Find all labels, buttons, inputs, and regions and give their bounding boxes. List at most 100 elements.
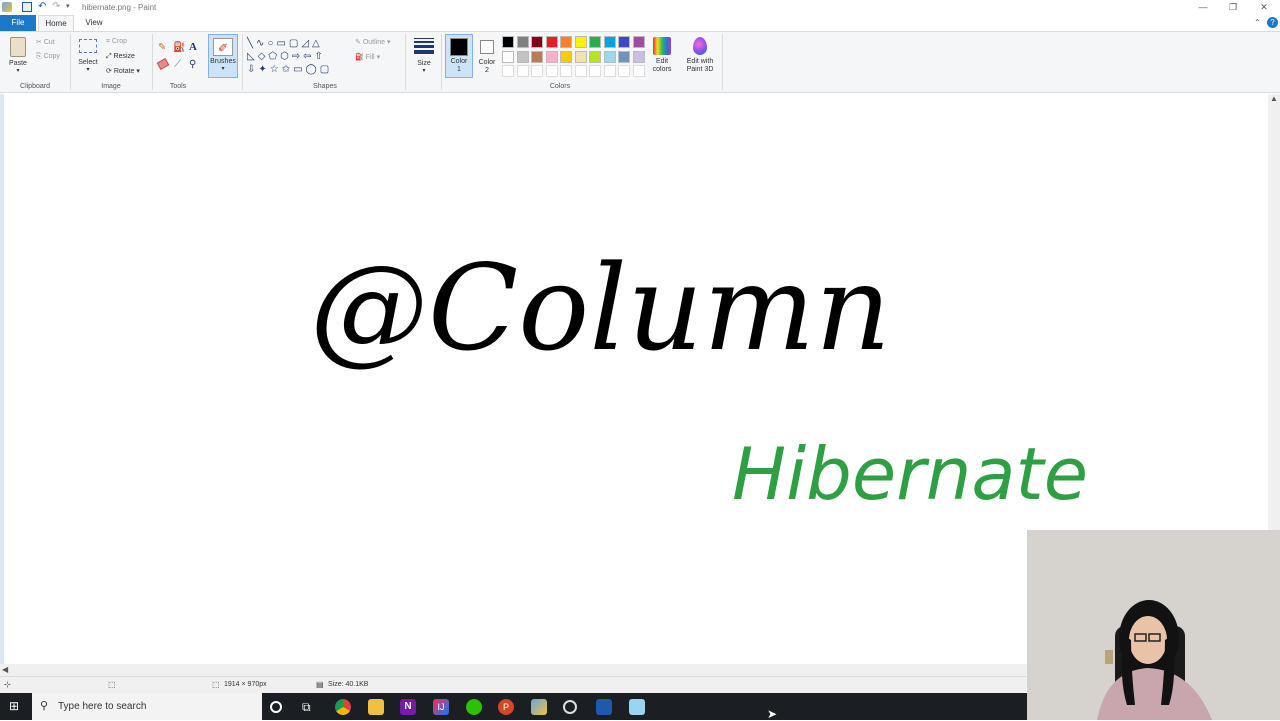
restore-button[interactable]: ❐ bbox=[1218, 0, 1248, 15]
task-view-icon[interactable]: ⧉ bbox=[302, 699, 318, 715]
palette-swatch[interactable] bbox=[574, 50, 587, 63]
palette-swatch[interactable] bbox=[574, 36, 587, 48]
brushes-label: Brushes bbox=[210, 58, 236, 65]
save-icon[interactable] bbox=[22, 2, 32, 12]
brushes-button[interactable]: ✐ Brushes ▾ bbox=[208, 34, 238, 78]
clipboard-group-label: Clipboard bbox=[20, 83, 50, 90]
tools-group-label: Tools bbox=[169, 83, 187, 90]
paste-button[interactable]: Paste ▾ bbox=[5, 35, 31, 79]
resize-button[interactable]: ⤢ Resize bbox=[106, 53, 135, 61]
palette-swatch[interactable] bbox=[516, 36, 529, 48]
rotate-button[interactable]: ⟳ Rotate ▾ bbox=[106, 67, 140, 75]
copy-label: Copy bbox=[43, 53, 60, 60]
colors-group-label: Colors bbox=[549, 83, 571, 90]
palette-swatch[interactable] bbox=[589, 50, 601, 63]
palette-swatch[interactable] bbox=[531, 50, 543, 63]
color1-swatch bbox=[450, 38, 468, 56]
color-picker-icon[interactable]: ⟋ bbox=[174, 59, 181, 70]
canvas-text-hibernate: Hibernate bbox=[732, 432, 1088, 516]
edit-with-paint3d-button[interactable]: Edit with Paint 3D bbox=[681, 35, 719, 79]
chrome-icon[interactable] bbox=[335, 699, 351, 715]
tab-file[interactable]: File bbox=[0, 15, 36, 31]
customize-quick-access-icon[interactable]: ▾ bbox=[66, 2, 76, 12]
edit-colors-button[interactable]: Edit colors bbox=[650, 35, 674, 79]
pencil-icon[interactable]: ✎ bbox=[158, 42, 166, 53]
palette-swatch-empty[interactable] bbox=[603, 65, 616, 77]
canvas-text-column: @Column bbox=[310, 239, 891, 377]
wechat-icon[interactable] bbox=[466, 699, 482, 715]
palette-swatch[interactable] bbox=[502, 36, 514, 48]
palette-swatch-empty[interactable] bbox=[531, 65, 543, 77]
palette-swatch[interactable] bbox=[516, 50, 529, 63]
palette-swatch-empty[interactable] bbox=[545, 65, 558, 77]
cut-button[interactable]: ✂ Cut bbox=[36, 38, 55, 46]
divider bbox=[441, 34, 442, 90]
powerpoint-icon[interactable]: P bbox=[498, 699, 514, 715]
palette-swatch-empty[interactable] bbox=[618, 65, 630, 77]
palette-swatch[interactable] bbox=[560, 36, 572, 48]
palette-swatch[interactable] bbox=[560, 50, 572, 63]
file-explorer-icon[interactable] bbox=[368, 699, 384, 715]
cut-label: Cut bbox=[43, 39, 55, 46]
palette-swatch-empty[interactable] bbox=[516, 65, 529, 77]
palette-swatch[interactable] bbox=[589, 36, 601, 48]
paint-taskbar-icon[interactable] bbox=[531, 699, 547, 715]
palette-swatch[interactable] bbox=[545, 50, 558, 63]
notepad-icon[interactable] bbox=[629, 699, 645, 715]
tab-view[interactable]: View bbox=[76, 15, 112, 31]
palette-swatch[interactable] bbox=[618, 36, 630, 48]
cortana-icon[interactable] bbox=[270, 701, 282, 713]
start-button[interactable]: ⊞ bbox=[9, 700, 22, 713]
chevron-down-icon: ▾ bbox=[221, 66, 225, 72]
text-icon[interactable]: A bbox=[189, 41, 197, 53]
paint-app-icon bbox=[2, 2, 12, 12]
palette-swatch[interactable] bbox=[618, 50, 630, 63]
palette-swatch-empty[interactable] bbox=[502, 65, 514, 77]
palette-swatch-empty[interactable] bbox=[632, 65, 645, 77]
scroll-up-icon[interactable]: ▲ bbox=[1270, 94, 1278, 103]
undo-icon[interactable]: ↶ bbox=[38, 2, 48, 12]
minimize-button[interactable]: — bbox=[1188, 0, 1218, 15]
magnifier-icon[interactable]: ⚲ bbox=[189, 59, 196, 70]
select-button[interactable]: Select ▾ bbox=[76, 35, 100, 79]
outline-button[interactable]: ✎ Outline ▾ bbox=[355, 38, 390, 46]
palette-swatch[interactable] bbox=[603, 36, 616, 48]
fill-button[interactable]: ⛽ Fill ▾ bbox=[355, 53, 380, 61]
palette-swatch-empty[interactable] bbox=[574, 65, 587, 77]
palette-swatch-empty[interactable] bbox=[589, 65, 601, 77]
divider bbox=[152, 34, 153, 90]
divider bbox=[242, 34, 243, 90]
palette-swatch[interactable] bbox=[632, 50, 645, 63]
shapes-gallery[interactable]: ╲∿○▭▢◿△ ◺◇⬠⬡⇨⇦⇧ ⇩✦☆✩▭◯▢ bbox=[247, 37, 347, 77]
fill-bucket-icon[interactable]: ⛽ bbox=[173, 42, 185, 53]
divider bbox=[70, 34, 71, 90]
eraser-icon[interactable] bbox=[156, 58, 170, 70]
snipping-tool-icon[interactable] bbox=[596, 699, 612, 715]
palette-swatch[interactable] bbox=[531, 36, 543, 48]
taskbar-search[interactable]: ⚲ Type here to search bbox=[32, 693, 262, 720]
palette-swatch[interactable] bbox=[502, 50, 514, 63]
close-button[interactable]: ✕ bbox=[1249, 0, 1279, 15]
collapse-ribbon-icon[interactable]: ⌃ bbox=[1254, 18, 1261, 27]
intellij-icon[interactable]: IJ bbox=[433, 699, 449, 715]
redo-icon[interactable]: ↷ bbox=[52, 2, 62, 12]
color2-button[interactable]: Color 2 bbox=[476, 34, 498, 78]
divider bbox=[722, 34, 723, 90]
palette-swatch[interactable] bbox=[603, 50, 616, 63]
copy-button[interactable]: ⎘ Copy bbox=[36, 53, 60, 61]
obs-icon[interactable] bbox=[563, 700, 577, 714]
scroll-left-icon[interactable]: ◀ bbox=[2, 665, 8, 674]
line-size-icon bbox=[414, 38, 434, 54]
onenote-icon[interactable]: N bbox=[400, 699, 416, 715]
palette-swatch[interactable] bbox=[632, 36, 645, 48]
crop-button[interactable]: ⌗ Crop bbox=[106, 38, 127, 46]
size-button[interactable]: Size ▾ bbox=[412, 36, 436, 80]
outline-label: Outline bbox=[362, 39, 385, 46]
tab-home[interactable]: Home bbox=[38, 15, 74, 31]
help-icon[interactable]: ? bbox=[1267, 17, 1278, 28]
palette-swatch-empty[interactable] bbox=[560, 65, 572, 77]
color1-label: Color 1 bbox=[450, 58, 468, 73]
color1-button[interactable]: Color 1 bbox=[445, 34, 473, 78]
palette-swatch[interactable] bbox=[545, 36, 558, 48]
select-rectangle-icon bbox=[79, 39, 97, 53]
